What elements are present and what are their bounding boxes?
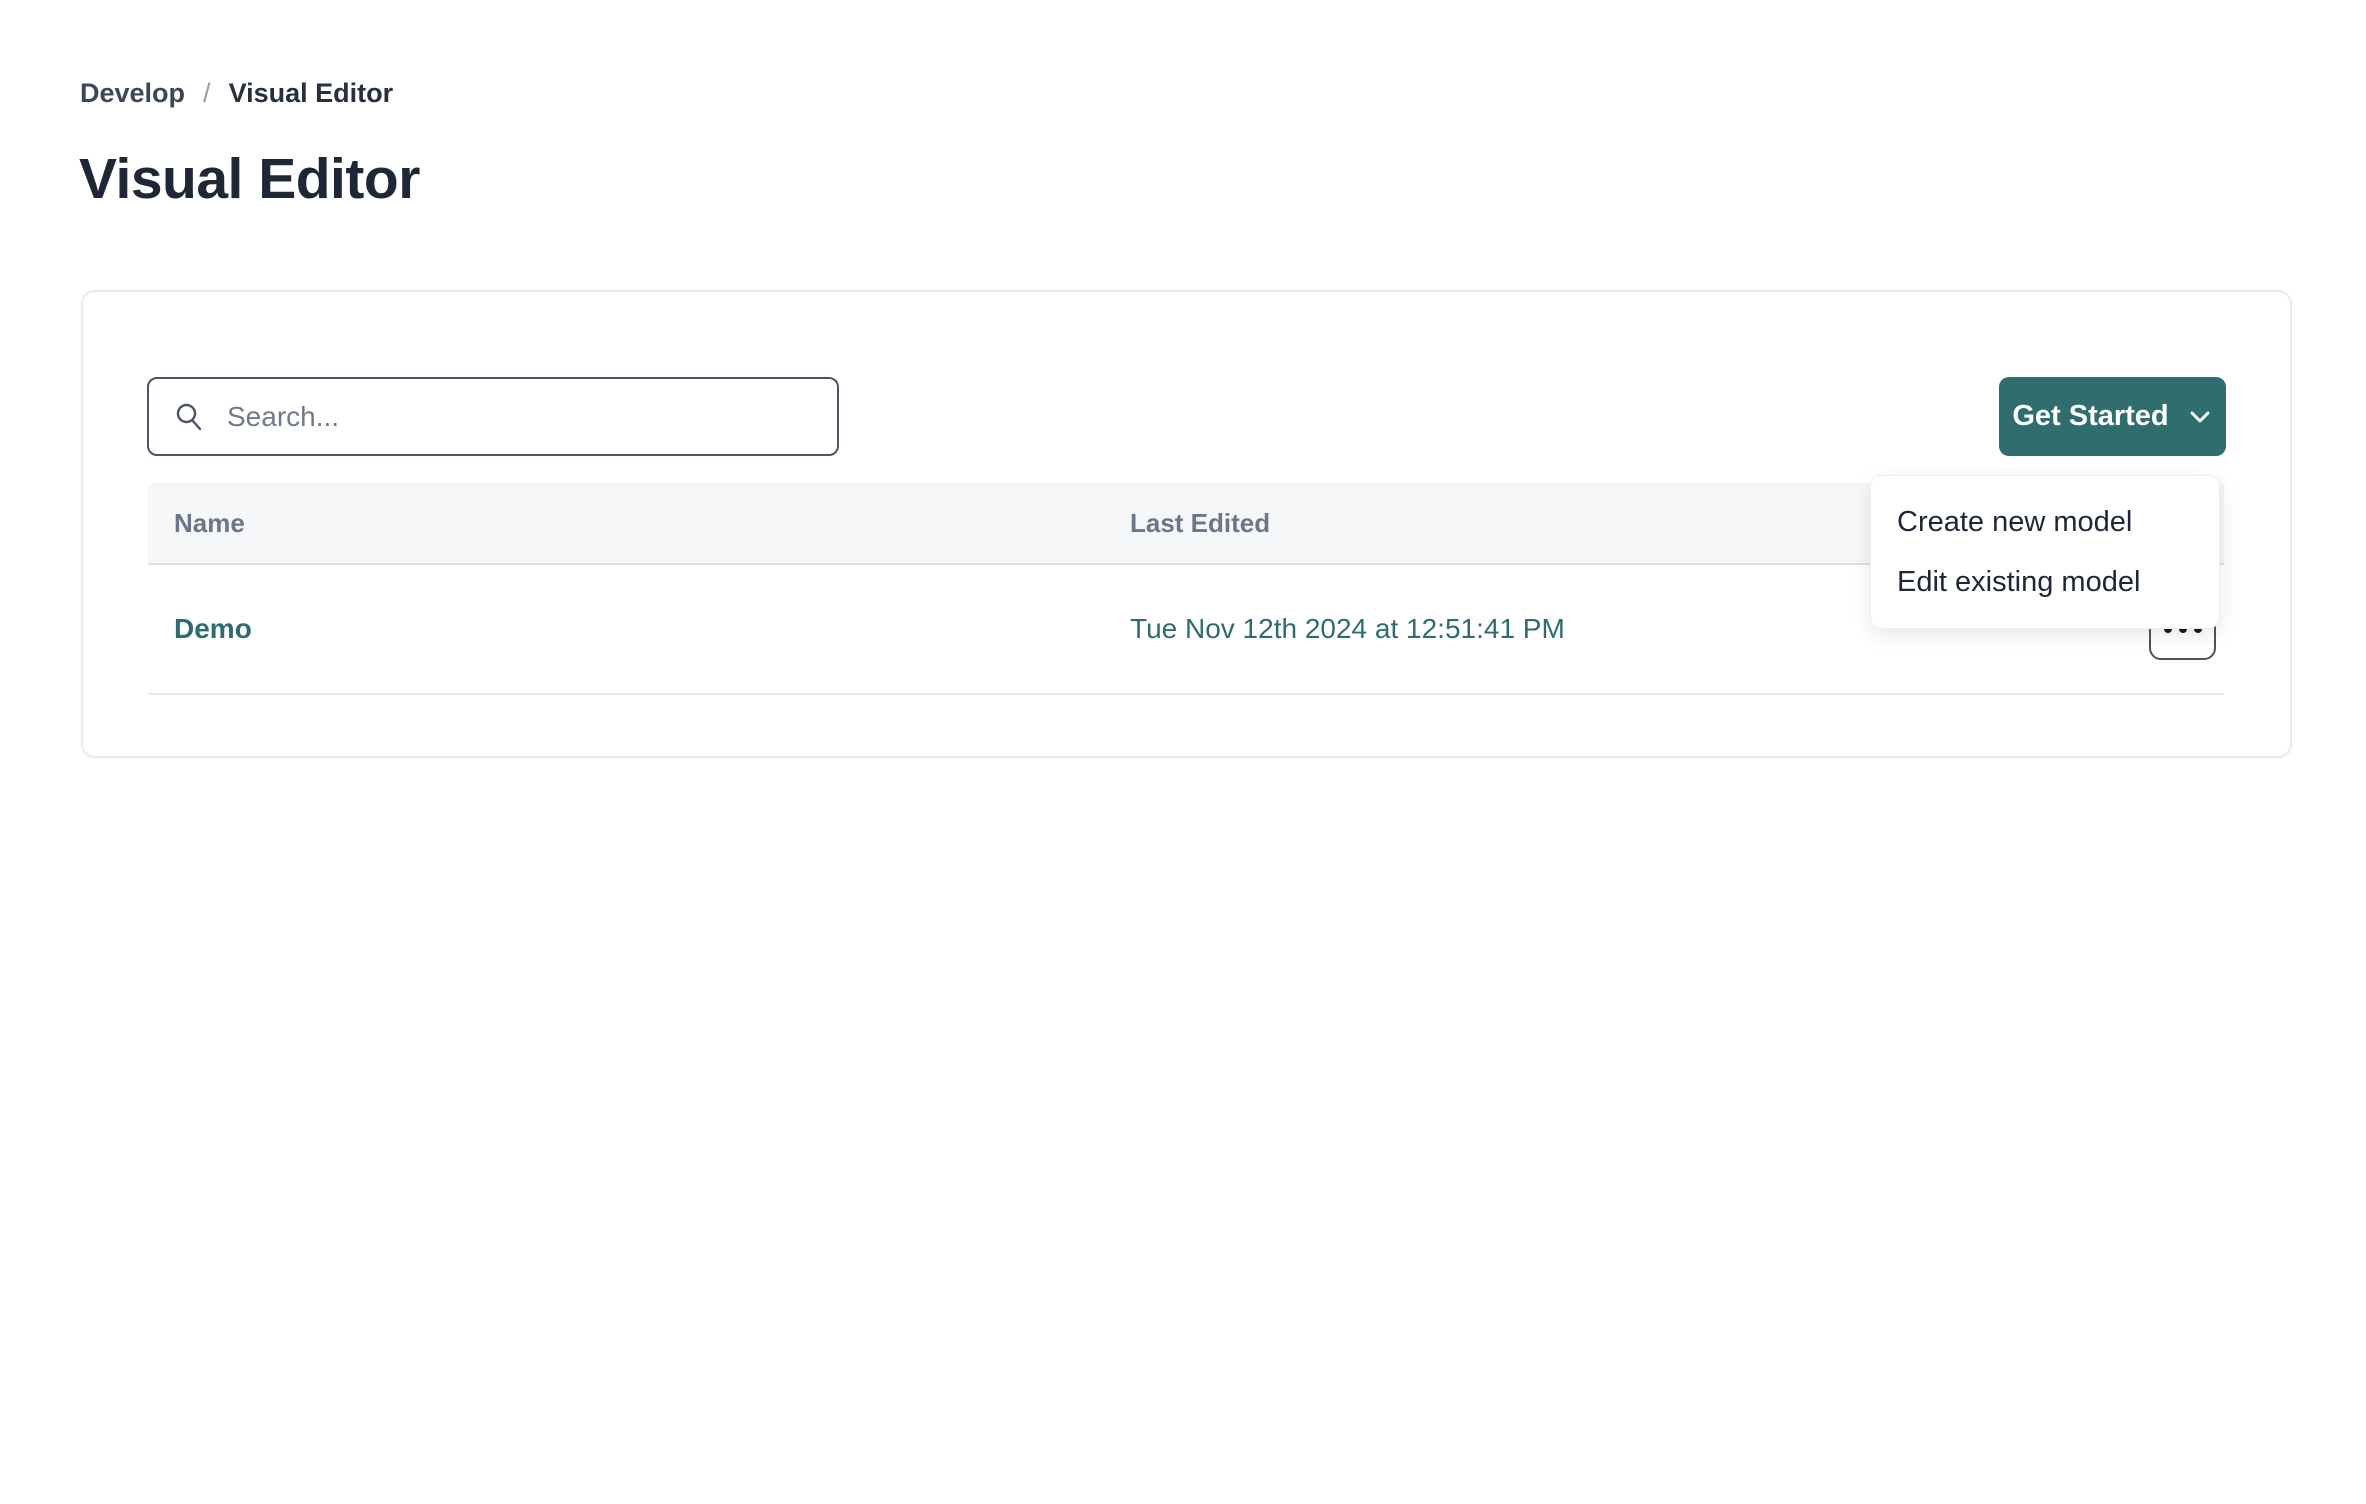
- page-title: Visual Editor: [79, 146, 420, 212]
- breadcrumb-item-develop[interactable]: Develop: [80, 78, 185, 109]
- model-link-demo[interactable]: Demo: [174, 613, 252, 644]
- breadcrumb-separator: /: [203, 78, 211, 109]
- breadcrumb: Develop / Visual Editor: [80, 78, 393, 109]
- model-list-card: Get Started Name Last Edited Demo Tue No…: [81, 290, 2292, 758]
- visual-editor-page: Develop / Visual Editor Visual Editor Ge…: [0, 0, 2366, 1504]
- toolbar: Get Started: [83, 292, 2290, 456]
- menu-item-edit-existing-model[interactable]: Edit existing model: [1871, 552, 2219, 612]
- get-started-label: Get Started: [2012, 400, 2168, 433]
- search-input[interactable]: [147, 377, 839, 456]
- column-header-name: Name: [148, 508, 1130, 539]
- breadcrumb-item-visual-editor: Visual Editor: [229, 78, 394, 109]
- get-started-button[interactable]: Get Started: [1999, 377, 2226, 456]
- model-name-cell: Demo: [148, 613, 1130, 645]
- get-started-dropdown: Create new model Edit existing model: [1870, 475, 2220, 629]
- search-box: [147, 377, 839, 456]
- chevron-down-icon: [2187, 404, 2213, 430]
- menu-item-create-new-model[interactable]: Create new model: [1871, 492, 2219, 552]
